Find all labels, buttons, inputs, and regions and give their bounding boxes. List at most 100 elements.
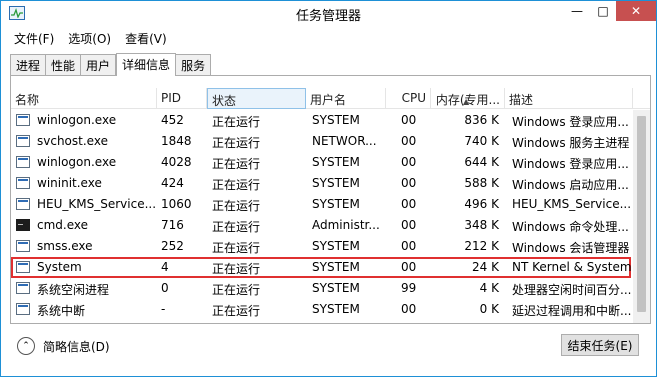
menu-file[interactable]: 文件(F): [7, 28, 61, 48]
table-row[interactable]: HEU_KMS_Service... 1060 正在运行 SYSTEM 00 496 K H…: [11, 194, 631, 215]
process-user: SYSTEM: [312, 176, 360, 190]
process-status: 正在运行: [212, 262, 261, 276]
minimize-button[interactable]: —: [564, 1, 590, 21]
process-pid: 4028: [161, 155, 192, 169]
process-name: winlogon.exe: [37, 113, 117, 127]
chevron-up-icon: ⌃: [17, 337, 35, 355]
vertical-scrollbar[interactable]: [633, 110, 650, 323]
end-task-button[interactable]: 结束任务(E): [561, 334, 639, 356]
process-description: 处理器空闲时间百分...: [512, 283, 632, 297]
process-status: 正在运行: [212, 220, 261, 234]
task-manager-window: 任务管理器 — □ ✕ 文件(F) 选项(O) 查看(V) 进程 性能 用户 详…: [0, 0, 657, 377]
process-status: 正在运行: [212, 115, 261, 129]
process-memory: 0 K: [479, 302, 499, 316]
process-name: cmd.exe: [37, 218, 89, 232]
process-status: 正在运行: [212, 304, 261, 318]
table-row[interactable]: winlogon.exe 452 正在运行 SYSTEM 00 836 K Windows …: [11, 110, 631, 131]
tab-processes[interactable]: 进程: [10, 54, 47, 75]
process-user: SYSTEM: [312, 239, 360, 253]
window-icon: [16, 114, 30, 126]
window-icon: [16, 177, 30, 189]
table-row[interactable]: 系统中断 - 正在运行 SYSTEM 00 0 K 延迟过程调用和中断...: [11, 299, 631, 320]
window-title: 任务管理器: [295, 9, 361, 24]
process-cpu: 00: [401, 302, 417, 316]
footer: ⌃ 简略信息(D) 结束任务(E): [1, 327, 656, 376]
process-pid: 1060: [161, 197, 192, 211]
sort-caret-icon: ▲: [463, 97, 470, 106]
process-cpu: 00: [401, 134, 417, 148]
process-pid: 252: [161, 239, 184, 253]
process-description: NT Kernel & System: [512, 260, 632, 274]
column-header-status[interactable]: 状态: [207, 88, 306, 109]
window-icon: [16, 198, 30, 210]
window-icon: [16, 135, 30, 147]
process-list: winlogon.exe 452 正在运行 SYSTEM 00 836 K Windows …: [11, 110, 650, 320]
process-pid: 424: [161, 176, 184, 190]
process-memory: 348 K: [464, 218, 499, 232]
menu-view[interactable]: 查看(V): [118, 28, 174, 48]
column-header-user[interactable]: 用户名: [306, 88, 386, 109]
process-user: Administr...: [312, 218, 380, 232]
process-name: smss.exe: [37, 239, 93, 253]
process-pid: 4: [161, 260, 169, 274]
cmd-icon: [16, 219, 30, 231]
column-header-cpu[interactable]: CPU: [386, 88, 431, 109]
close-icon: ✕: [630, 4, 642, 18]
process-cpu: 00: [401, 155, 417, 169]
process-status: 正在运行: [212, 241, 261, 255]
process-cpu: 00: [401, 113, 417, 127]
table-row[interactable]: wininit.exe 424 正在运行 SYSTEM 00 588 K Windows 启…: [11, 173, 631, 194]
process-memory: 212 K: [464, 239, 499, 253]
column-header-description[interactable]: 描述: [505, 88, 633, 109]
process-description: Windows 会话管理器: [512, 241, 630, 255]
process-user: SYSTEM: [312, 302, 360, 316]
process-status: 正在运行: [212, 283, 261, 297]
process-name: winlogon.exe: [37, 155, 117, 169]
process-status: 正在运行: [212, 157, 261, 171]
tab-strip: 进程 性能 用户 详细信息 服务: [10, 53, 212, 76]
process-user: NETWOR...: [312, 134, 377, 148]
process-name: System: [37, 260, 82, 274]
column-header-pid[interactable]: PID: [157, 88, 207, 109]
fewer-details-button[interactable]: ⌃ 简略信息(D): [17, 337, 110, 355]
process-cpu: 99: [401, 281, 417, 295]
menu-options[interactable]: 选项(O): [61, 28, 118, 48]
window-icon: [16, 303, 30, 315]
menu-bar: 文件(F) 选项(O) 查看(V): [7, 28, 174, 48]
process-cpu: 00: [401, 176, 417, 190]
process-pid: 1848: [161, 134, 192, 148]
minimize-icon: —: [571, 4, 583, 18]
process-pid: 716: [161, 218, 184, 232]
process-name: HEU_KMS_Service...: [37, 197, 157, 211]
process-memory: 588 K: [464, 176, 499, 190]
table-row[interactable]: cmd.exe 716 正在运行 Administr... 00 348 K Windows…: [11, 215, 631, 236]
table-row[interactable]: 系统空闲进程 0 正在运行 SYSTEM 99 4 K 处理器空闲时间百分...: [11, 278, 631, 299]
tab-details[interactable]: 详细信息: [116, 53, 177, 76]
process-memory: 496 K: [464, 197, 499, 211]
details-panel: 名称 PID 状态 用户名 CPU 内存(专用... 描述 ▲ winlogon…: [10, 75, 651, 324]
scrollbar-thumb[interactable]: [637, 116, 646, 312]
table-row[interactable]: System 4 正在运行 SYSTEM 00 24 K NT Kernel & Syste…: [11, 257, 632, 278]
tab-performance[interactable]: 性能: [46, 54, 82, 75]
table-row[interactable]: winlogon.exe 4028 正在运行 SYSTEM 00 644 K Windows…: [11, 152, 631, 173]
window-icon: [16, 240, 30, 252]
tab-users[interactable]: 用户: [81, 54, 117, 75]
process-pid: 0: [161, 281, 169, 295]
process-memory: 4 K: [479, 281, 499, 295]
process-user: SYSTEM: [312, 155, 360, 169]
process-user: SYSTEM: [312, 281, 360, 295]
table-row[interactable]: smss.exe 252 正在运行 SYSTEM 00 212 K Windows 会话管理…: [11, 236, 631, 257]
close-button[interactable]: ✕: [616, 1, 656, 21]
process-pid: -: [161, 302, 166, 316]
process-name: wininit.exe: [37, 176, 102, 190]
column-header-name[interactable]: 名称: [11, 88, 157, 109]
window-icon: [16, 156, 30, 168]
table-row[interactable]: svchost.exe 1848 正在运行 NETWOR... 00 740 K Windo…: [11, 131, 631, 152]
window-icon: [16, 282, 30, 294]
tab-services[interactable]: 服务: [176, 54, 212, 75]
maximize-button[interactable]: □: [590, 1, 616, 21]
process-description: Windows 命令处理...: [512, 220, 629, 234]
process-name: svchost.exe: [37, 134, 108, 148]
title-bar: 任务管理器 — □ ✕: [1, 1, 656, 27]
process-description: Windows 启动应用...: [512, 178, 629, 192]
